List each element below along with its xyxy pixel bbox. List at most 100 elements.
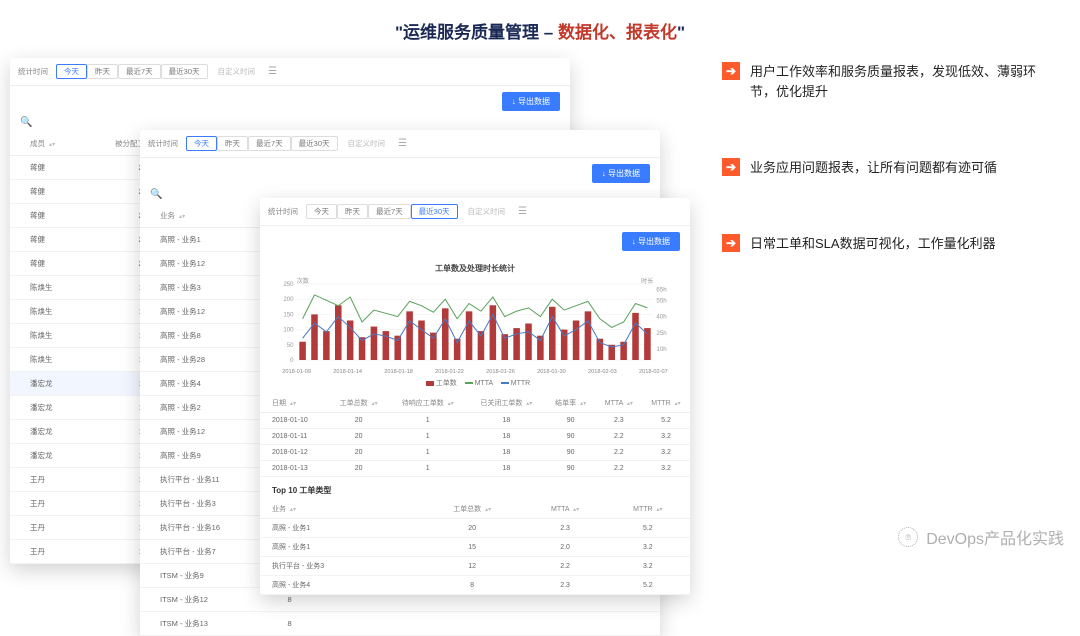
export-button[interactable]: ↓ 导出数据 (622, 232, 680, 251)
watermark-text: DevOps产品化实践 (926, 525, 1064, 549)
column-header[interactable]: MTTA ▴▾ (524, 500, 605, 519)
column-header[interactable]: 待响应工单数 ▴▾ (388, 394, 467, 413)
sort-icon[interactable]: ▴▾ (655, 507, 663, 513)
table-row[interactable]: 2018-01-1220118902.23.2 (260, 445, 690, 461)
timebar-card3: 统计时间 今天昨天最近7天最近30天 自定义时间 ☰ (260, 198, 690, 226)
column-header[interactable]: 日期 ▴▾ (260, 394, 329, 413)
time-tab[interactable]: 昨天 (217, 136, 248, 151)
custom-range-input[interactable]: 自定义时间 (462, 204, 512, 219)
sort-icon[interactable]: ▴▾ (673, 401, 681, 407)
svg-text:25h: 25h (656, 331, 666, 337)
sort-icon[interactable]: ▴▾ (47, 142, 55, 148)
export-button[interactable]: ↓ 导出数据 (502, 92, 560, 111)
svg-text:55h: 55h (656, 298, 666, 304)
column-header[interactable]: 业务 ▴▾ (260, 500, 420, 519)
cell: 3.2 (642, 461, 690, 477)
cell: 陈焕生 (10, 276, 91, 300)
svg-text:150: 150 (283, 312, 294, 318)
time-tab[interactable]: 最近7天 (368, 204, 411, 219)
cell: 蒋健 (10, 252, 91, 276)
cell: ITSM - 业务12 (140, 588, 256, 612)
svg-text:250: 250 (283, 282, 294, 288)
search-icon[interactable]: 🔍 (150, 189, 162, 200)
column-header[interactable]: MTTA ▴▾ (596, 394, 642, 413)
calendar-icon[interactable]: ☰ (515, 206, 530, 217)
table-row[interactable]: 2018-01-1020118902.35.2 (260, 413, 690, 429)
cell (498, 612, 554, 636)
sort-icon[interactable]: ▴▾ (524, 401, 532, 407)
sort-icon[interactable]: ▴▾ (177, 214, 185, 220)
time-tab[interactable]: 昨天 (87, 64, 118, 79)
time-tab[interactable]: 最近30天 (411, 204, 458, 219)
cell: 陈焕生 (10, 324, 91, 348)
table-row[interactable]: 高照 - 业务1152.03.2 (260, 538, 690, 557)
sort-icon[interactable]: ▴▾ (483, 507, 491, 513)
time-tab[interactable]: 最近30天 (291, 136, 338, 151)
cell: 执行平台 - 业务3 (260, 557, 420, 576)
time-tab[interactable]: 今天 (186, 136, 217, 151)
column-header[interactable]: 已关闭工单数 ▴▾ (467, 394, 546, 413)
chart-container: 工单数及处理时长统计 05010015020025010h25h40h55h65… (260, 257, 690, 394)
custom-range-input[interactable]: 自定义时间 (342, 136, 392, 151)
cell: 王丹 (10, 540, 91, 564)
title-suffix: " (677, 23, 685, 42)
time-tab[interactable]: 最近30天 (161, 64, 208, 79)
arrow-icon: ➔ (722, 62, 740, 80)
table-row[interactable]: ITSM - 业务138 (140, 612, 660, 636)
time-tab[interactable]: 昨天 (337, 204, 368, 219)
column-header[interactable]: 业务 ▴▾ (140, 204, 256, 228)
cell: 2.0 (524, 538, 605, 557)
column-header[interactable]: MTTR ▴▾ (642, 394, 690, 413)
legend-mttr-label: MTTR (511, 380, 530, 387)
cell: 90 (546, 413, 596, 429)
cell: 18 (467, 429, 546, 445)
svg-text:2018-01-18: 2018-01-18 (384, 369, 413, 375)
sort-icon[interactable]: ▴▾ (571, 507, 579, 513)
sort-icon[interactable]: ▴▾ (625, 401, 633, 407)
cell: 2018-01-12 (260, 445, 329, 461)
time-tab[interactable]: 最近7天 (118, 64, 161, 79)
table-row[interactable]: 执行平台 - 业务3122.23.2 (260, 557, 690, 576)
cell: 高照 - 业务4 (140, 372, 256, 396)
cell: 蒋健 (10, 156, 91, 180)
svg-text:100: 100 (283, 328, 294, 334)
cell (606, 612, 660, 636)
bullet-item: ➔ 日常工单和SLA数据可视化，工作量化利器 (722, 234, 1052, 254)
cell: 5.2 (606, 519, 690, 538)
cell: 3.2 (642, 445, 690, 461)
time-tab[interactable]: 最近7天 (248, 136, 291, 151)
column-header[interactable]: MTTR ▴▾ (606, 500, 690, 519)
cell: 高照 - 业务2 (140, 396, 256, 420)
cell: 执行平台 - 业务16 (140, 516, 256, 540)
export-button[interactable]: ↓ 导出数据 (592, 164, 650, 183)
cell: 蒋健 (10, 204, 91, 228)
column-header[interactable]: 工单总数 ▴▾ (420, 500, 525, 519)
svg-text:2018-01-09: 2018-01-09 (282, 369, 311, 375)
cell: 2.2 (596, 461, 642, 477)
svg-text:2018-01-30: 2018-01-30 (537, 369, 566, 375)
svg-text:10h: 10h (656, 347, 666, 353)
time-tab[interactable]: 今天 (306, 204, 337, 219)
table-row[interactable]: 2018-01-1320118902.23.2 (260, 461, 690, 477)
cell: 2.2 (596, 429, 642, 445)
cell: 2.3 (596, 413, 642, 429)
sort-icon[interactable]: ▴▾ (446, 401, 454, 407)
sort-icon[interactable]: ▴▾ (370, 401, 378, 407)
custom-range-input[interactable]: 自定义时间 (212, 64, 262, 79)
calendar-icon[interactable]: ☰ (265, 66, 280, 77)
cell: 8 (256, 612, 323, 636)
calendar-icon[interactable]: ☰ (395, 138, 410, 149)
table-row[interactable]: 高照 - 业务482.35.2 (260, 576, 690, 595)
table-row[interactable]: 高照 - 业务1202.35.2 (260, 519, 690, 538)
table-row[interactable]: 2018-01-1120118902.23.2 (260, 429, 690, 445)
column-header[interactable]: 成员 ▴▾ (10, 132, 91, 156)
column-header[interactable]: 结单率 ▴▾ (546, 394, 596, 413)
arrow-icon: ➔ (722, 158, 740, 176)
time-tab[interactable]: 今天 (56, 64, 87, 79)
sort-icon[interactable]: ▴▾ (288, 401, 296, 407)
sort-icon[interactable]: ▴▾ (288, 507, 296, 513)
column-header[interactable]: 工单总数 ▴▾ (329, 394, 389, 413)
search-icon[interactable]: 🔍 (20, 117, 32, 128)
sort-icon[interactable]: ▴▾ (578, 401, 586, 407)
cell: 高照 - 业务1 (260, 538, 420, 557)
